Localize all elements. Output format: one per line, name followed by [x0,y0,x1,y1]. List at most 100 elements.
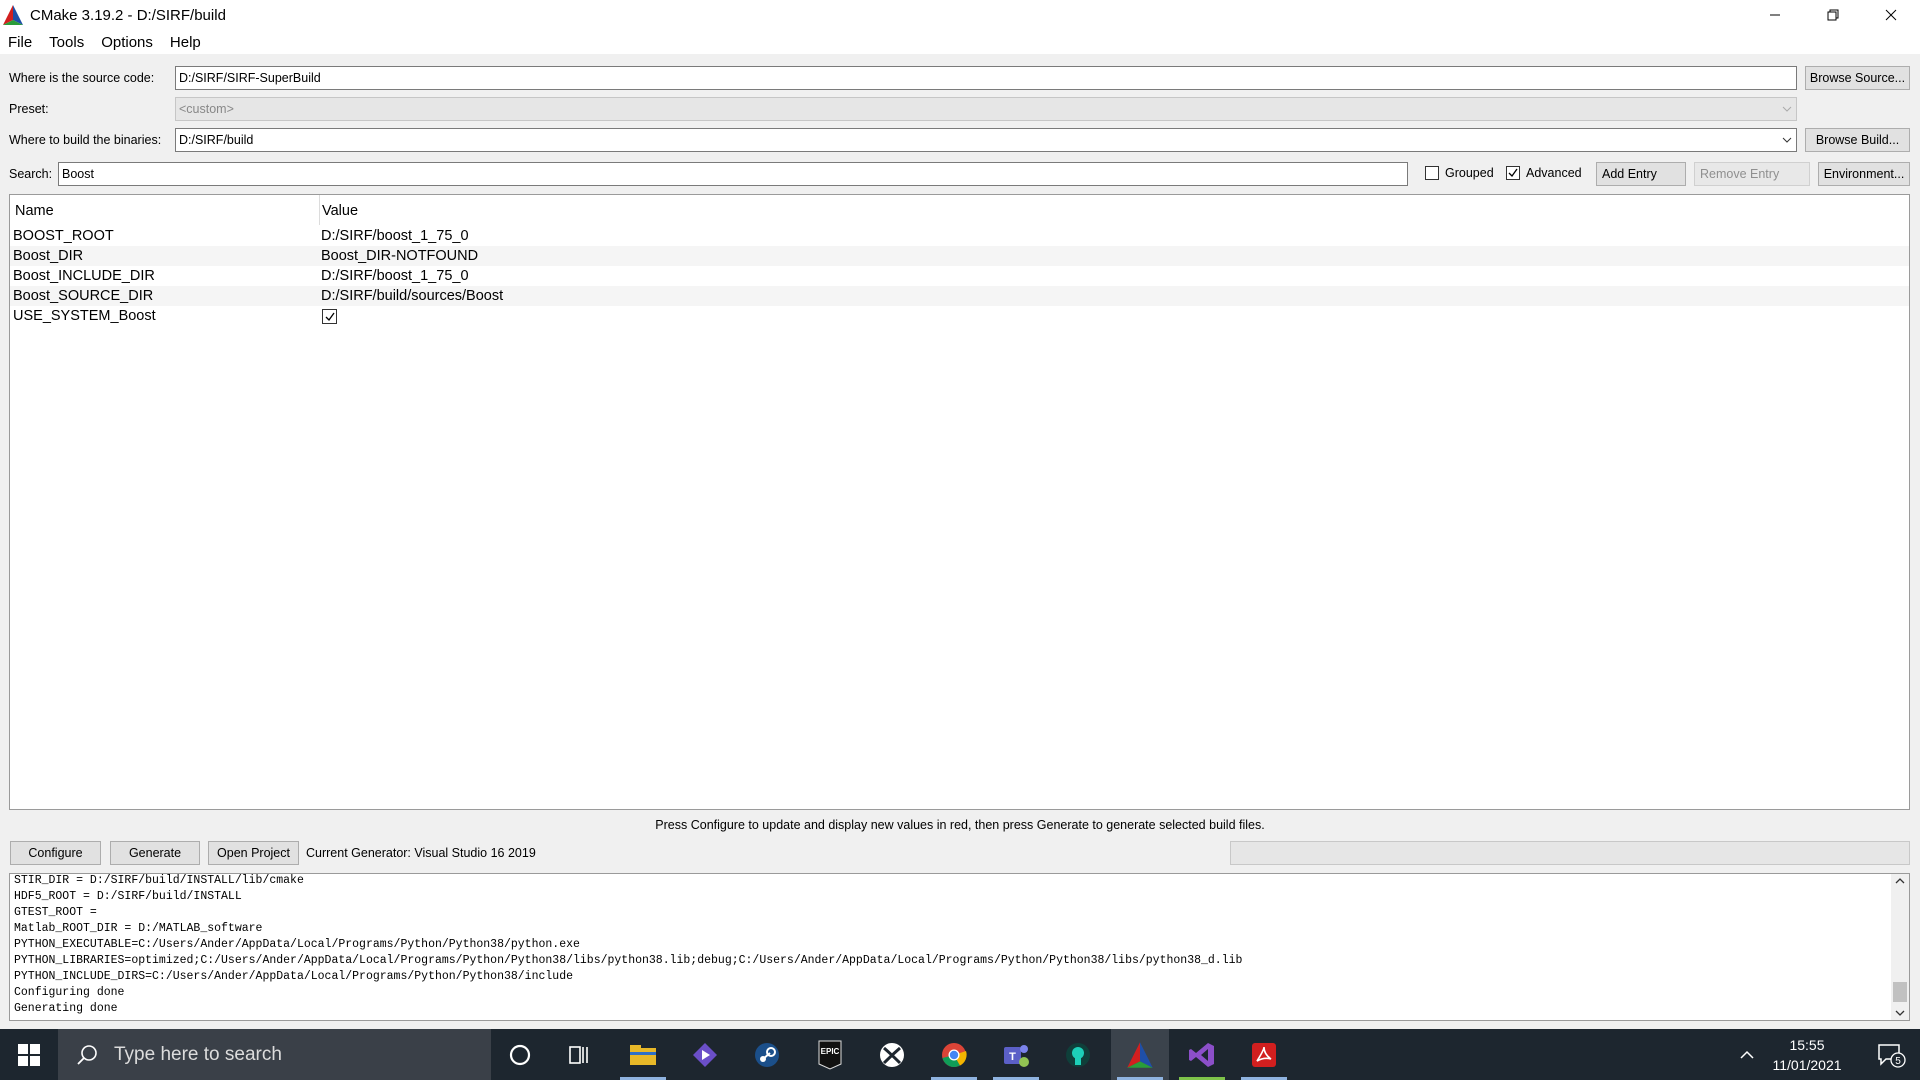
chevron-down-icon [1782,106,1792,112]
preset-value: <custom> [179,102,234,116]
row-value: D:/SIRF/build/sources/Boost [321,288,504,304]
acrobat-icon[interactable] [1235,1029,1293,1080]
row-value: Boost_DIR-NOTFOUND [321,248,479,264]
generate-button[interactable]: Generate [110,841,200,865]
close-button[interactable] [1862,0,1920,30]
cache-table: Name Value BOOST_ROOT D:/SIRF/boost_1_75… [9,194,1910,810]
clock-date: 11/01/2021 [1772,1057,1842,1073]
minimize-button[interactable] [1746,0,1804,30]
start-button[interactable] [0,1029,58,1080]
open-project-button[interactable]: Open Project [208,841,299,865]
current-generator: Current Generator: Visual Studio 16 2019 [306,846,536,860]
table-row[interactable]: Boost_SOURCE_DIR D:/SIRF/build/sources/B… [10,286,1909,306]
scroll-thumb[interactable] [1893,982,1907,1002]
notification-count: 5 [1895,1056,1901,1067]
row-name: Boost_DIR [13,248,84,264]
source-label: Where is the source code: [9,71,155,85]
menu-bar: File Tools Options Help [0,30,1920,54]
cmake-logo-icon [3,5,23,25]
environment-button[interactable]: Environment... [1818,162,1910,186]
browse-source-button[interactable]: Browse Source... [1805,66,1910,90]
search-input[interactable]: Boost [58,162,1408,186]
build-label: Where to build the binaries: [9,133,162,147]
menu-tools[interactable]: Tools [49,34,84,51]
scroll-up-icon[interactable] [1894,876,1906,886]
table-row[interactable]: BOOST_ROOT D:/SIRF/boost_1_75_0 [10,226,1909,246]
browse-build-button[interactable]: Browse Build... [1805,128,1910,152]
taskbar-search[interactable]: Type here to search [58,1029,491,1080]
column-header-value[interactable]: Value [322,203,358,219]
action-center-button[interactable]: 5 [1862,1029,1920,1080]
show-hidden-icons-button[interactable] [1732,1029,1762,1080]
notification-icon: 5 [1878,1043,1906,1068]
log-line: PYTHON_EXECUTABLE=C:/Users/Ander/AppData… [14,938,580,951]
search-label: Search: [9,167,53,181]
source-input[interactable]: D:/SIRF/SIRF-SuperBuild [175,66,1797,90]
log-line: Matlab_ROOT_DIR = D:/MATLAB_software [14,922,263,935]
menu-help[interactable]: Help [170,34,201,51]
window-title: CMake 3.19.2 - D:/SIRF/build [30,6,226,24]
gitkraken-icon[interactable] [1049,1029,1107,1080]
column-divider [319,195,320,225]
column-header-name[interactable]: Name [15,203,54,219]
visual-studio-icon[interactable] [1173,1029,1231,1080]
grouped-label: Grouped [1445,166,1494,180]
grouped-box [1425,166,1439,180]
restore-icon [1827,9,1839,21]
cortana-icon[interactable] [491,1029,549,1080]
preset-select[interactable]: <custom> [175,97,1797,121]
preset-row: Preset: <custom> [0,96,1920,122]
log-line: PYTHON_INCLUDE_DIRS=C:/Users/Ander/AppDa… [14,970,573,983]
search-placeholder: Type here to search [114,1043,282,1065]
chrome-icon[interactable] [925,1029,983,1080]
row-name: Boost_SOURCE_DIR [13,288,154,304]
taskbar: Type here to search EPIC T 15:55 11/01/2… [0,1029,1920,1080]
log-line: Configuring done [14,986,125,999]
table-row[interactable]: Boost_DIR Boost_DIR-NOTFOUND [10,246,1909,266]
epic-games-icon[interactable]: EPIC [801,1029,859,1080]
window-controls [1746,0,1920,30]
checkmark-icon [1508,168,1518,178]
app-purple-icon[interactable] [676,1029,734,1080]
cmake-taskbar-icon[interactable] [1111,1029,1169,1080]
hint-text: Press Configure to update and display ne… [655,818,1265,832]
advanced-box [1506,166,1520,180]
close-icon [1885,9,1897,21]
configure-button[interactable]: Configure [10,841,101,865]
file-explorer-icon[interactable] [614,1029,672,1080]
row-name: BOOST_ROOT [13,228,114,244]
output-log[interactable]: STIR_DIR = D:/SIRF/build/INSTALL/lib/cma… [9,873,1910,1021]
use-system-boost-checkbox[interactable] [322,309,337,324]
clock[interactable]: 15:55 11/01/2021 [1762,1035,1852,1075]
row-value: D:/SIRF/boost_1_75_0 [321,228,469,244]
xbox-icon[interactable] [863,1029,921,1080]
chevron-down-icon [1782,137,1792,143]
build-dir-select[interactable]: D:/SIRF/build [175,128,1797,152]
source-row: Where is the source code: D:/SIRF/SIRF-S… [0,65,1920,91]
build-dir-value: D:/SIRF/build [179,133,254,147]
clock-time: 15:55 [1789,1037,1825,1053]
remove-entry-button[interactable]: Remove Entry [1694,162,1810,186]
row-name: Boost_INCLUDE_DIR [13,268,155,284]
table-row[interactable]: Boost_INCLUDE_DIR D:/SIRF/boost_1_75_0 [10,266,1909,286]
task-view-icon[interactable] [550,1029,608,1080]
add-entry-button[interactable]: Add Entry [1596,162,1686,186]
log-line: GTEST_ROOT = [14,906,97,919]
search-icon [77,1044,97,1065]
scroll-down-icon[interactable] [1894,1008,1906,1018]
steam-icon[interactable] [738,1029,796,1080]
chevron-up-icon [1740,1050,1754,1059]
row-value: D:/SIRF/boost_1_75_0 [321,268,469,284]
title-bar: CMake 3.19.2 - D:/SIRF/build [0,0,1920,30]
restore-button[interactable] [1804,0,1862,30]
advanced-checkbox[interactable]: Advanced [1506,166,1582,180]
teams-icon[interactable]: T [987,1029,1045,1080]
table-row[interactable]: USE_SYSTEM_Boost [10,306,1909,326]
menu-file[interactable]: File [8,34,32,51]
menu-options[interactable]: Options [101,34,153,51]
grouped-checkbox[interactable]: Grouped [1425,166,1494,180]
search-row: Search: Boost Grouped Advanced Add Entry… [0,161,1920,187]
windows-logo-icon [18,1043,40,1066]
output-scrollbar[interactable] [1891,874,1909,1020]
advanced-label: Advanced [1526,166,1582,180]
